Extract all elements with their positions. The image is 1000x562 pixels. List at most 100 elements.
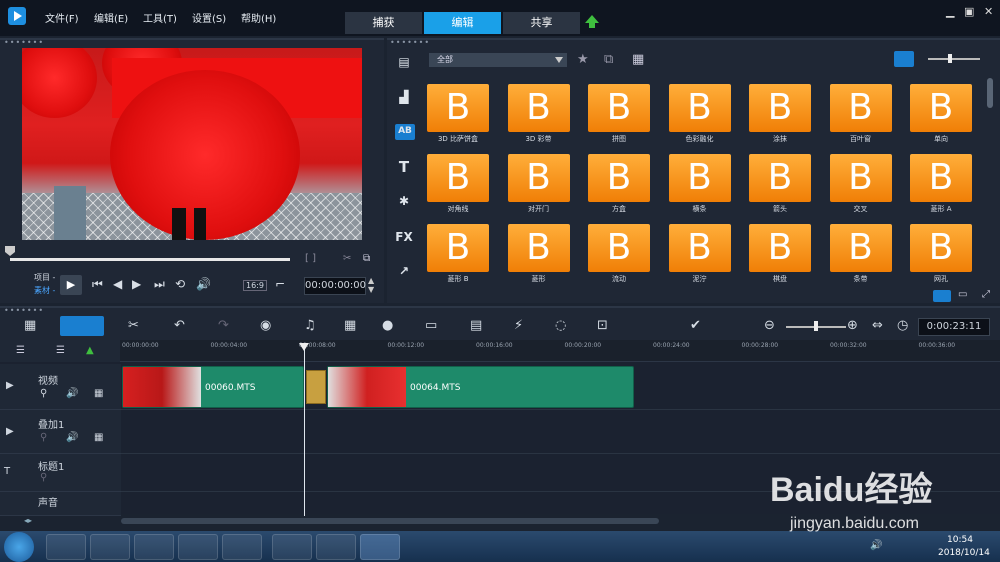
overlay-link-icon[interactable]: ⚲ <box>40 432 47 443</box>
overlay-ripple-icon[interactable]: ▦ <box>94 432 103 443</box>
timeline-scrollbar[interactable] <box>121 518 659 524</box>
mark-in-icon[interactable]: [ ] <box>305 253 316 264</box>
minimize-icon[interactable]: ▁ <box>946 5 954 18</box>
audio-mixer-icon[interactable]: ♫ <box>304 318 316 333</box>
transition-item[interactable]: B 菱形 B <box>427 224 489 283</box>
menu-edit[interactable]: 编辑(E) <box>94 10 128 25</box>
options-icon[interactable]: ⤢ <box>982 289 990 300</box>
zoom-handle[interactable] <box>814 321 818 331</box>
library-scrollbar[interactable] <box>987 78 993 108</box>
preview-timecode[interactable]: 00:00:00:00 <box>304 277 366 295</box>
timecode-stepper[interactable]: ▲ ▼ <box>368 276 374 294</box>
video-clip[interactable]: 00064.MTS <box>327 366 634 408</box>
toolbar-tools-icon[interactable]: ✂ <box>128 318 139 333</box>
transition-item[interactable]: B 菱形 A <box>910 154 972 213</box>
thumb-size-slider[interactable] <box>928 58 980 60</box>
tab-capture[interactable]: 捕获 <box>345 12 422 34</box>
tab-edit[interactable]: 编辑 <box>424 12 501 34</box>
overlay-track-row[interactable] <box>121 410 1000 454</box>
time-remap-icon[interactable]: ⚡ <box>514 318 523 333</box>
transition-item[interactable]: B 对角线 <box>427 154 489 213</box>
taskbar-app-explorer[interactable] <box>90 534 130 560</box>
clip-mode-label[interactable]: 素材 - <box>34 285 55 296</box>
zoom-out-icon[interactable]: ⊖ <box>764 318 775 333</box>
transition-item[interactable]: B 泥泞 <box>668 224 731 283</box>
library-filter-select[interactable]: 全部 <box>429 53 567 67</box>
transition-item[interactable]: B 色彩融化 <box>668 84 731 143</box>
transition-item[interactable]: B 菱形 <box>507 224 570 283</box>
menu-help[interactable]: 帮助(H) <box>241 10 276 25</box>
repeat-icon[interactable]: ⟲ <box>175 277 185 291</box>
chapter-icon[interactable]: ☰ <box>56 345 65 356</box>
track-volume-icon[interactable]: 🔊 <box>66 388 78 399</box>
playhead[interactable] <box>304 344 305 516</box>
auto-music-icon[interactable]: ▦ <box>344 318 356 333</box>
close-icon[interactable]: ✕ <box>984 5 993 18</box>
taskbar-app-recorder[interactable] <box>316 534 356 560</box>
clock-date[interactable]: 2018/10/14 <box>938 548 990 558</box>
add-favorite-icon[interactable]: ★ <box>577 52 589 67</box>
media-icon[interactable]: ▤ <box>395 55 413 69</box>
add-track-icon[interactable]: ▲ <box>86 345 94 356</box>
thumb-size-handle[interactable] <box>948 54 952 63</box>
taskbar-app-media[interactable] <box>222 534 262 560</box>
start-button[interactable] <box>4 532 34 562</box>
fx-icon[interactable]: FX <box>395 230 413 244</box>
title-link-icon[interactable]: ⚲ <box>40 472 47 483</box>
taskbar-app-qq[interactable] <box>134 534 174 560</box>
transition-item[interactable]: B 网孔 <box>910 224 972 283</box>
transition-item[interactable]: B 条带 <box>829 224 892 283</box>
transition-clip[interactable] <box>306 370 326 404</box>
play-button[interactable]: ▶ <box>60 275 82 295</box>
link-icon[interactable]: ⚲ <box>40 388 47 399</box>
taskbar-app-document[interactable] <box>272 534 312 560</box>
grid-view-icon[interactable]: ▭ <box>958 289 967 300</box>
multicam-icon[interactable]: ▤ <box>470 318 482 333</box>
transition-item[interactable]: B 方盒 <box>588 154 650 213</box>
preview-scrubber[interactable] <box>10 258 290 261</box>
next-frame-icon[interactable]: ▶ <box>132 277 141 291</box>
thumb-view-button[interactable] <box>894 51 914 67</box>
storyboard-view-icon[interactable]: ▦ <box>24 318 36 333</box>
volume-icon[interactable]: 🔊 <box>196 277 211 291</box>
transition-item[interactable]: B 单向 <box>910 84 972 143</box>
apply-transition-icon[interactable]: ⧉ <box>604 52 613 67</box>
timeline-grip[interactable]: ••••••• <box>4 306 44 315</box>
library-grip[interactable]: ••••••• <box>390 38 430 47</box>
zoom-in-icon[interactable]: ⊕ <box>847 318 858 333</box>
crop-icon[interactable]: ⌐ <box>275 277 285 291</box>
transition-item[interactable]: B 涂抹 <box>749 84 811 143</box>
graphics-icon[interactable]: ✱ <box>395 194 413 208</box>
overlay-volume-icon[interactable]: 🔊 <box>66 432 78 443</box>
taskbar-app-firefox[interactable] <box>178 534 218 560</box>
transition-item[interactable]: B 横条 <box>668 154 731 213</box>
instant-project-icon[interactable]: ▟ <box>395 90 413 104</box>
fit-project-icon[interactable]: ⇔ <box>872 318 883 333</box>
transition-item[interactable]: B 流动 <box>588 224 650 283</box>
tab-share[interactable]: 共享 <box>503 12 580 34</box>
menu-tools[interactable]: 工具(T) <box>143 10 177 25</box>
project-mode-label[interactable]: 项目 - <box>34 272 55 283</box>
timeline-ruler[interactable] <box>120 340 1000 362</box>
clock-time[interactable]: 10:54 <box>947 535 973 545</box>
transition-item[interactable]: B 拼图 <box>588 84 650 143</box>
go-start-icon[interactable]: ⏮ <box>92 277 103 292</box>
ripple-icon[interactable]: ▦ <box>94 388 103 399</box>
enlarge-icon[interactable]: ⧉ <box>363 253 370 264</box>
subtitle-icon[interactable]: ▭ <box>425 318 437 333</box>
taskbar-app-videostudio[interactable] <box>360 534 400 560</box>
undo-icon[interactable]: ↶ <box>174 318 185 333</box>
transition-item[interactable]: B 棋盘 <box>749 224 811 283</box>
upload-icon[interactable] <box>585 15 599 28</box>
transition-item[interactable]: B 3D 比萨饼盒 <box>427 84 489 143</box>
mark-icon[interactable]: ✔ <box>690 318 701 333</box>
transition-item[interactable]: B 箭头 <box>749 154 811 213</box>
title-icon[interactable]: T <box>395 158 413 176</box>
transition-item[interactable]: B 对开门 <box>507 154 570 213</box>
apply-random-icon[interactable]: ▦ <box>632 52 644 67</box>
split-screen-icon[interactable]: ◌ <box>555 318 566 333</box>
aspect-ratio-button[interactable]: 16:9 <box>243 280 267 291</box>
prev-frame-icon[interactable]: ◀ <box>113 277 122 291</box>
track-manager-icon[interactable]: ☰ <box>16 345 25 356</box>
cut-icon[interactable]: ✂ <box>343 253 351 264</box>
